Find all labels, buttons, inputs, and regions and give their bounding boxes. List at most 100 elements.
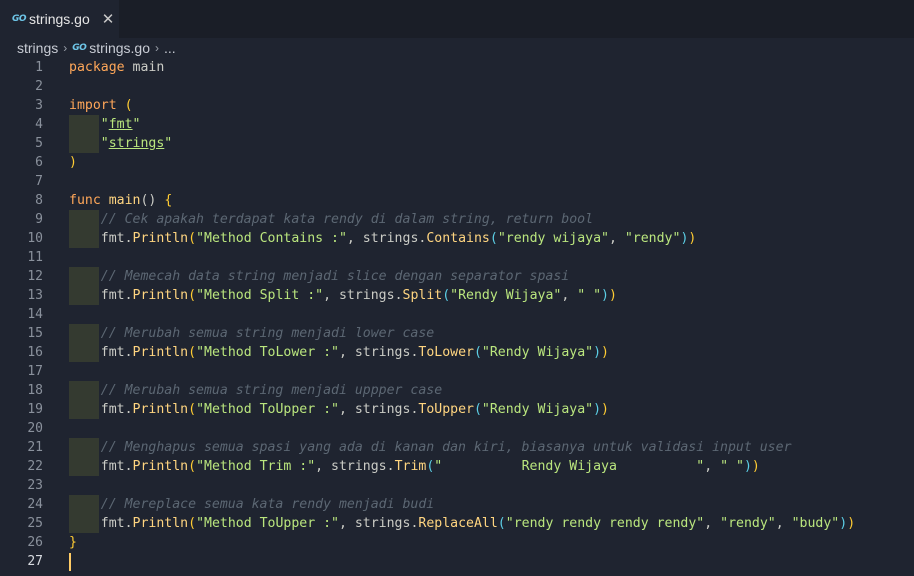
code-text: fmt.Println("Method ToUpper :", strings.… bbox=[69, 402, 609, 417]
code-line[interactable]: 1 package main bbox=[0, 58, 914, 77]
code-text: import ( bbox=[69, 98, 133, 113]
line-number: 7 bbox=[35, 174, 43, 189]
code-line[interactable]: 25 fmt.Println("Method ToUpper :", strin… bbox=[0, 514, 914, 533]
code-token: "rendy" bbox=[720, 516, 776, 531]
code-line[interactable]: 21 // Menghapus semua spasi yang ada di … bbox=[0, 438, 914, 457]
code-token: ToUpper bbox=[418, 402, 474, 417]
code-line[interactable]: 19 fmt.Println("Method ToUpper :", strin… bbox=[0, 400, 914, 419]
code-token: "Rendy Wijaya" bbox=[481, 402, 594, 417]
code-line[interactable]: 4 "fmt" bbox=[0, 115, 914, 134]
code-token: "Method Contains :" bbox=[196, 231, 347, 246]
line-number: 4 bbox=[35, 117, 43, 132]
code-token: Trim bbox=[394, 459, 427, 474]
code-line[interactable]: 24 // Mereplace semua kata rendy menjadi… bbox=[0, 495, 914, 514]
code-token: ( bbox=[442, 288, 451, 303]
line-number: 18 bbox=[27, 383, 43, 398]
tab-strings-go[interactable]: GO strings.go ✕ bbox=[0, 0, 119, 38]
code-line[interactable]: 12 // Memecah data string menjadi slice … bbox=[0, 267, 914, 286]
code-token: "Method ToUpper :" bbox=[196, 402, 339, 417]
code-token: "budy" bbox=[791, 516, 840, 531]
code-token: // Merubah semua string menjadi lower ca… bbox=[100, 326, 435, 341]
code-token: , strings. bbox=[346, 231, 427, 246]
code-text: fmt.Println("Method ToLower :", strings.… bbox=[69, 345, 609, 360]
code-token: ( bbox=[188, 345, 197, 360]
code-token: , strings. bbox=[338, 516, 419, 531]
code-line[interactable]: 14 bbox=[0, 305, 914, 324]
code-token: ) bbox=[839, 516, 848, 531]
code-line[interactable]: 2 bbox=[0, 77, 914, 96]
code-line[interactable]: 8 func main() { bbox=[0, 191, 914, 210]
code-token: "rendy rendy rendy rendy" bbox=[505, 516, 705, 531]
code-token: , strings. bbox=[315, 459, 395, 474]
code-line[interactable]: 9 // Cek apakah terdapat kata rendy di d… bbox=[0, 210, 914, 229]
code-token: } bbox=[69, 535, 77, 550]
code-token: package bbox=[69, 60, 125, 75]
code-line[interactable]: 7 bbox=[0, 172, 914, 191]
line-number: 21 bbox=[27, 440, 43, 455]
code-token: "rendy wijaya" bbox=[497, 231, 609, 246]
code-line[interactable]: 22 fmt.Println("Method Trim :", strings.… bbox=[0, 457, 914, 476]
code-token: "Rendy Wijaya" bbox=[450, 288, 562, 303]
code-token: ( bbox=[188, 516, 197, 531]
code-line[interactable]: 26} bbox=[0, 533, 914, 552]
line-number: 1 bbox=[35, 60, 43, 75]
code-token: ) bbox=[601, 345, 609, 360]
code-token: Println bbox=[132, 459, 189, 474]
code-token: // Menghapus semua spasi yang ada di kan… bbox=[100, 440, 792, 455]
code-token: Println bbox=[132, 231, 189, 246]
code-token: () bbox=[140, 193, 165, 208]
code-line[interactable]: 20 bbox=[0, 419, 914, 438]
line-number: 6 bbox=[35, 155, 43, 170]
code-line[interactable]: 23 bbox=[0, 476, 914, 495]
breadcrumb-folder[interactable]: strings bbox=[17, 40, 58, 56]
code-text: // Menghapus semua spasi yang ada di kan… bbox=[69, 440, 792, 455]
code-token: ) bbox=[69, 155, 77, 170]
code-token: ) bbox=[601, 288, 609, 303]
code-text: // Merubah semua string menjadi lower ca… bbox=[69, 326, 434, 341]
code-token: " Rendy Wijaya " bbox=[434, 459, 705, 474]
close-icon[interactable]: ✕ bbox=[102, 10, 115, 28]
code-token: Println bbox=[132, 516, 189, 531]
code-line[interactable]: 6) bbox=[0, 153, 914, 172]
code-line[interactable]: 17 bbox=[0, 362, 914, 381]
line-number: 2 bbox=[35, 79, 43, 94]
code-token: "rendy" bbox=[624, 231, 681, 246]
code-token: Contains bbox=[426, 231, 490, 246]
breadcrumb-more[interactable]: ... bbox=[164, 40, 176, 56]
breadcrumb-file[interactable]: strings.go bbox=[89, 40, 150, 56]
code-token: fmt. bbox=[69, 288, 133, 303]
code-token: , strings. bbox=[338, 402, 419, 417]
code-token: " bbox=[100, 136, 109, 151]
code-line[interactable]: 10 fmt.Println("Method Contains :", stri… bbox=[0, 229, 914, 248]
code-line[interactable]: 15 // Merubah semua string menjadi lower… bbox=[0, 324, 914, 343]
code-line[interactable]: 27 bbox=[0, 552, 914, 571]
code-token: "Method Trim :" bbox=[196, 459, 316, 474]
code-token: " " bbox=[720, 459, 744, 474]
code-token: ( bbox=[124, 98, 133, 113]
code-editor[interactable]: 1 package main 2 3 import (4 "fmt" 5 "strings… bbox=[0, 58, 914, 576]
code-token: , bbox=[608, 231, 625, 246]
code-line[interactable]: 11 bbox=[0, 248, 914, 267]
line-number: 8 bbox=[35, 193, 43, 208]
code-line[interactable]: 5 "strings" bbox=[0, 134, 914, 153]
code-text: } bbox=[69, 535, 77, 550]
code-token: import bbox=[69, 98, 117, 113]
code-token: ( bbox=[473, 402, 482, 417]
line-number: 13 bbox=[27, 288, 43, 303]
code-line[interactable]: 13 fmt.Println("Method Split :", strings… bbox=[0, 286, 914, 305]
code-token: // Cek apakah terdapat kata rendy di dal… bbox=[100, 212, 594, 227]
code-token: func bbox=[69, 193, 101, 208]
code-line[interactable]: 18 // Merubah semua string menjadi upppe… bbox=[0, 381, 914, 400]
code-token: fmt. bbox=[69, 459, 133, 474]
code-text: "fmt" bbox=[69, 117, 141, 132]
code-line[interactable]: 16 fmt.Println("Method ToLower :", strin… bbox=[0, 343, 914, 362]
code-token: , bbox=[561, 288, 578, 303]
code-token: ) bbox=[751, 459, 760, 474]
code-line[interactable]: 3 import ( bbox=[0, 96, 914, 115]
